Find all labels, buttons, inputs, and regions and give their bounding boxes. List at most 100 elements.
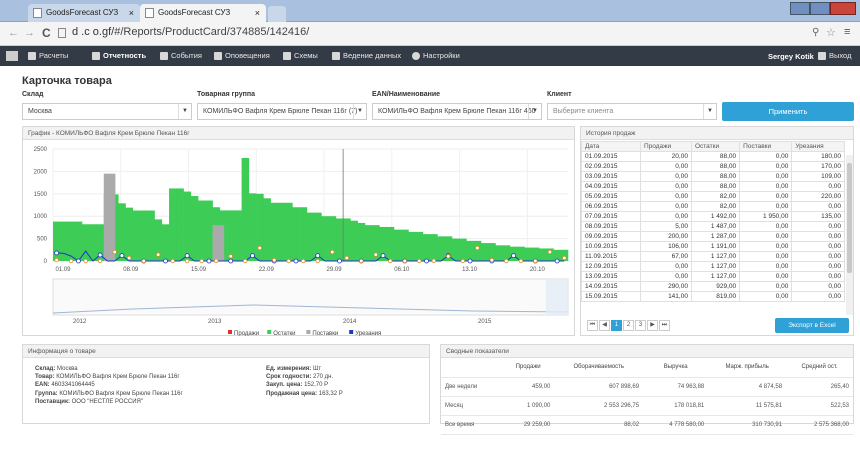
remains-bar xyxy=(401,229,409,261)
summary-title: Сводные показатели xyxy=(441,345,853,358)
table-cell: 109,00 xyxy=(791,171,845,182)
zoom-icon[interactable]: ⚲ xyxy=(812,27,819,38)
prev-page-button[interactable]: ◀ xyxy=(599,320,610,331)
user-name[interactable]: Sergey Kotik xyxy=(768,52,814,61)
logout-link[interactable]: Выход xyxy=(818,46,851,66)
last-page-button[interactable]: ⏭ xyxy=(659,320,670,331)
table-row[interactable]: 10.09.2015 106,00 1 191,00 0,00 0,00 xyxy=(581,241,845,252)
remains-bar xyxy=(147,210,155,261)
browser-tab-active[interactable]: GoodsForecast СУЗ × xyxy=(140,4,266,22)
apply-button[interactable]: Применить xyxy=(722,102,854,121)
table-row[interactable]: 02.09.2015 0,00 88,00 0,00 170,00 xyxy=(581,161,845,172)
table-row[interactable]: 08.09.2015 5,00 1 487,00 0,00 0,00 xyxy=(581,221,845,232)
minimize-button[interactable] xyxy=(790,2,810,15)
table-row[interactable]: 01.09.2015 20,00 88,00 0,00 180,00 xyxy=(581,151,845,162)
history-title: История продаж xyxy=(581,127,853,140)
page-button[interactable]: 2 xyxy=(623,320,634,331)
nav-item-events[interactable]: События xyxy=(160,46,202,66)
sales-point xyxy=(257,245,262,251)
table-cell: 200,00 xyxy=(640,231,692,242)
nav-item-calculations[interactable]: Расчеты xyxy=(28,46,68,66)
table-cell: 0,00 xyxy=(739,281,793,292)
close-window-button[interactable] xyxy=(830,2,856,15)
table-cell: 82,00 xyxy=(690,191,741,202)
maximize-button[interactable] xyxy=(810,2,830,15)
column-header[interactable]: Остатки xyxy=(690,141,741,152)
table-row[interactable]: 09.09.2015 200,00 1 287,00 0,00 0,00 xyxy=(581,231,845,242)
new-tab-button[interactable] xyxy=(268,6,286,22)
nav-item-settings[interactable]: Настройки xyxy=(412,46,460,66)
table-cell: 0,00 xyxy=(739,271,793,282)
reload-icon[interactable]: C xyxy=(42,26,51,40)
client-select[interactable]: Выберите клиента ▼ xyxy=(547,103,717,120)
supply-bar xyxy=(212,225,225,261)
page-button[interactable]: 3 xyxy=(635,320,646,331)
history-scrollbar[interactable] xyxy=(846,155,853,315)
close-icon[interactable]: × xyxy=(129,4,134,22)
forward-icon[interactable]: → xyxy=(24,27,35,39)
summary-header-row: Продажи Оборачиваемость Выручка Марж. прибы… xyxy=(441,358,853,378)
column-header[interactable]: Продажи xyxy=(640,141,692,152)
cut-point xyxy=(206,258,212,264)
remains-bar xyxy=(459,238,467,261)
export-excel-button[interactable]: Экспорт в Excel xyxy=(775,318,849,333)
remains-bar xyxy=(176,188,184,261)
page-button[interactable]: 1 xyxy=(611,320,622,331)
book-icon xyxy=(332,52,340,60)
table-row[interactable]: 06.09.2015 0,00 82,00 0,00 0,00 xyxy=(581,201,845,212)
cut-point xyxy=(54,250,60,256)
table-row[interactable]: 11.09.2015 67,00 1 127,00 0,00 0,00 xyxy=(581,251,845,262)
browser-tab[interactable]: GoodsForecast СУЗ × xyxy=(28,4,140,22)
back-icon[interactable]: ← xyxy=(8,27,19,39)
nav-label: Схемы xyxy=(294,51,318,60)
column-header[interactable]: Поставки xyxy=(739,141,793,152)
chart-panel-title: График - КОМИЛЬФО Вафля Крем Брюле Пекан… xyxy=(23,127,574,140)
table-row[interactable]: 13.09.2015 0,00 1 127,00 0,00 0,00 xyxy=(581,271,845,282)
info-right-column: Ед. измерения: Шт Срок годности: 270 дн. З… xyxy=(266,365,426,398)
table-row[interactable]: 12.09.2015 0,00 1 127,00 0,00 0,00 xyxy=(581,261,845,272)
table-row[interactable]: 15.09.2015 141,00 819,00 0,00 0,00 xyxy=(581,291,845,302)
nav-item-schemes[interactable]: Схемы xyxy=(283,46,318,66)
ean-select[interactable]: КОМИЛЬФО Вафля Крем Брюле Пекан 116г 460… xyxy=(372,103,542,120)
table-cell: 11 575,81 xyxy=(708,396,787,416)
table-cell: 819,00 xyxy=(690,291,741,302)
sales-chart[interactable]: 2500 2000 1500 1000 500 0 01.09 08.09 15.09 22.09… xyxy=(23,141,574,336)
table-row[interactable]: 04.09.2015 0,00 88,00 0,00 0,00 xyxy=(581,181,845,192)
client-label: Клиент xyxy=(547,91,572,98)
next-page-button[interactable]: ▶ xyxy=(647,320,658,331)
star-icon[interactable]: ☆ xyxy=(826,26,836,39)
info-value: 152,70 Р xyxy=(304,382,329,389)
table-cell: 2 553 296,75 xyxy=(554,396,644,416)
column-header[interactable]: Дата xyxy=(581,141,641,152)
group-select[interactable]: КОМИЛЬФО Вафля Крем Брюле Пекан 116г (7)… xyxy=(197,103,367,120)
nav-item-reports[interactable]: Отчетность xyxy=(92,46,146,66)
table-cell: 0,00 xyxy=(739,191,793,202)
info-value: 163,32 Р xyxy=(318,390,343,397)
warehouse-select[interactable]: Москва ▼ xyxy=(22,103,192,120)
table-row[interactable]: 14.09.2015 290,00 929,00 0,00 0,00 xyxy=(581,281,845,292)
table-row[interactable]: 07.09.2015 0,00 1 492,00 1 950,00 135,00 xyxy=(581,211,845,222)
table-cell: 88,00 xyxy=(690,161,741,172)
table-cell: 13.09.2015 xyxy=(581,271,641,282)
remains-bar xyxy=(248,193,257,261)
table-row[interactable]: 03.09.2015 0,00 88,00 0,00 109,00 xyxy=(581,171,845,182)
close-icon[interactable]: × xyxy=(255,4,260,22)
column-header[interactable]: Урезания xyxy=(791,141,845,152)
nav-item-notifications[interactable]: Оповещения xyxy=(214,46,270,66)
first-page-button[interactable]: ⏮ xyxy=(587,320,598,331)
bell-icon xyxy=(214,52,222,60)
table-cell: 02.09.2015 xyxy=(581,161,641,172)
caret-down-icon: ▼ xyxy=(703,104,716,119)
sales-point xyxy=(112,249,117,255)
table-cell: 0,00 xyxy=(640,201,692,212)
info-row: Закуп. цена: 152,70 Р xyxy=(266,381,426,389)
table-row[interactable]: 05.09.2015 0,00 82,00 0,00 220,00 xyxy=(581,191,845,202)
remains-bar xyxy=(256,193,264,261)
url-field[interactable]: d .c o.gf/#/Reports/ProductCard/374885/1… xyxy=(72,26,309,38)
menu-icon[interactable]: ≡ xyxy=(844,26,850,38)
nav-item-data-management[interactable]: Ведение данных xyxy=(332,46,401,66)
summary-panel: Сводные показатели Продажи Оборачиваемост… xyxy=(440,344,854,435)
caret-down-icon: ▼ xyxy=(178,104,191,119)
scrollbar-thumb[interactable] xyxy=(847,163,852,273)
remains-bar xyxy=(408,231,416,261)
